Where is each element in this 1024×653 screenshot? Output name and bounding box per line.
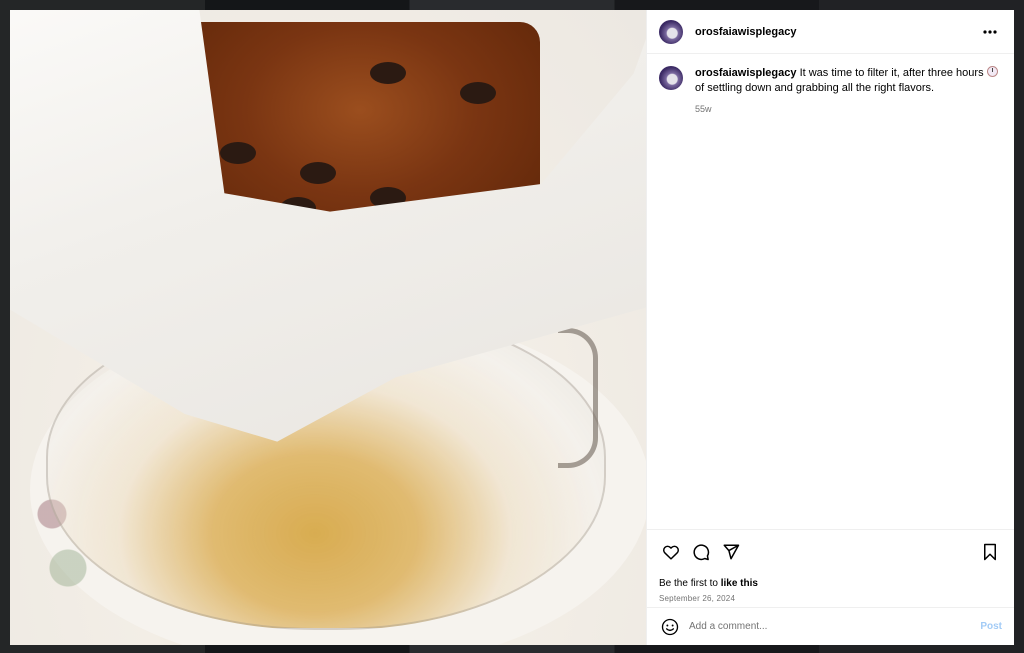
post-header: orosfaiawisplegacy [647, 10, 1014, 54]
like-this-link[interactable]: like this [721, 578, 758, 589]
caption: orosfaiawisplegacy It was time to filter… [695, 66, 1002, 117]
post-modal: orosfaiawisplegacy orosfaiawisplegacy It… [10, 10, 1014, 645]
caption-username[interactable]: orosfaiawisplegacy [695, 67, 797, 79]
post-photo [10, 10, 646, 645]
action-bar [659, 540, 1002, 564]
emoji-icon[interactable] [659, 616, 681, 638]
caption-text-end: of settling down and grabbing all the ri… [695, 82, 935, 94]
comments-list: orosfaiawisplegacy It was time to filter… [647, 54, 1014, 529]
comment-composer: Post [647, 607, 1014, 645]
post-actions-area: Be the first to like this September 26, … [647, 529, 1014, 607]
bookmark-icon[interactable] [978, 540, 1002, 564]
photo-bean [220, 142, 256, 164]
caption-text-start: It was time to filter it, after three ho… [799, 67, 984, 79]
heart-icon[interactable] [659, 540, 683, 564]
post-side-panel: orosfaiawisplegacy orosfaiawisplegacy It… [646, 10, 1014, 645]
photo-jar-handle [558, 328, 598, 468]
photo-bean [300, 162, 336, 184]
photo-bean [460, 82, 496, 104]
caption-timestamp: 55w [695, 104, 712, 114]
post-comment-button[interactable]: Post [980, 621, 1002, 632]
post-date: September 26, 2024 [659, 594, 736, 603]
send-icon[interactable] [719, 540, 743, 564]
likes-prefix: Be the first to [659, 578, 718, 589]
header-username[interactable]: orosfaiawisplegacy [695, 26, 797, 38]
more-options-icon[interactable] [978, 20, 1002, 44]
avatar[interactable] [659, 66, 683, 90]
comment-icon[interactable] [689, 540, 713, 564]
likes-summary: Be the first to like this [659, 578, 1002, 589]
comment-input[interactable] [689, 621, 981, 632]
avatar[interactable] [659, 19, 683, 44]
caption-row: orosfaiawisplegacy It was time to filter… [659, 66, 1002, 117]
clock-icon [986, 66, 998, 77]
photo-bean [370, 62, 406, 84]
